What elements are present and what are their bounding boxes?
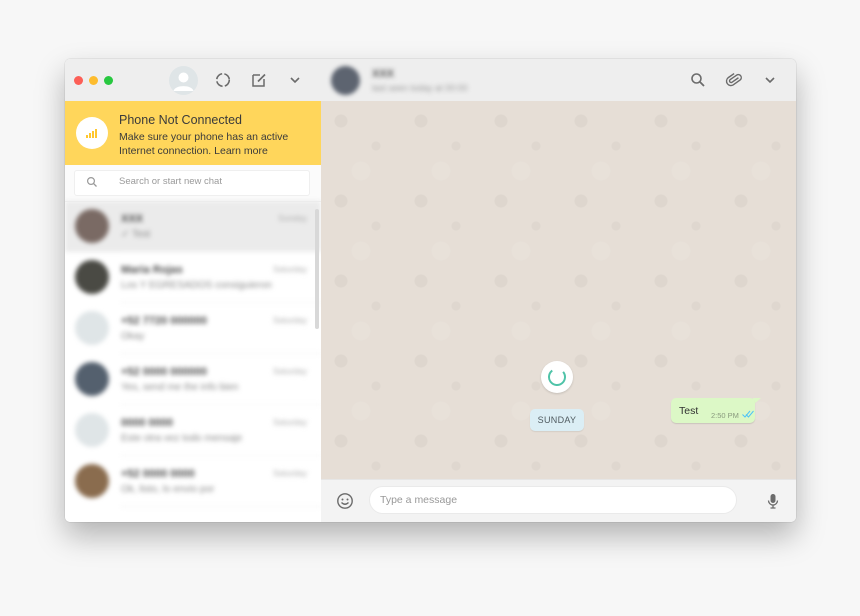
chat-avatar — [75, 413, 109, 447]
chat-preview: Okay — [121, 331, 145, 342]
left-panel: Phone Not Connected Make sure your phone… — [65, 59, 322, 522]
contact-avatar[interactable] — [331, 66, 360, 95]
chat-list-scrollbar[interactable] — [315, 209, 319, 329]
chat-time: Saturday — [272, 264, 307, 274]
banner-title: Phone Not Connected — [119, 113, 243, 127]
chat-time: Sunday — [278, 213, 307, 223]
app-window: Phone Not Connected Make sure your phone… — [65, 59, 796, 522]
zoom-window-button[interactable] — [104, 76, 113, 85]
search-bar — [65, 165, 321, 202]
microphone-icon[interactable] — [764, 492, 782, 510]
chat-preview: Yes, send me the info bien — [121, 382, 239, 393]
message-input[interactable] — [369, 486, 737, 514]
search-box[interactable] — [74, 170, 310, 196]
chat-list-item[interactable]: +52 0000 0000 Ok, listo, lo envio por Satu… — [65, 456, 321, 507]
chat-list-item[interactable]: +52 7720 000000 Okay Saturday — [65, 303, 321, 354]
left-header — [65, 59, 321, 102]
message-composer — [321, 479, 796, 522]
chat-list-item[interactable]: 0000 0000 Este otra vez todo mensaje Satur… — [65, 405, 321, 456]
chat-avatar — [75, 311, 109, 345]
message-time: 2:50 PM — [711, 411, 739, 420]
phone-not-connected-banner[interactable]: Phone Not Connected Make sure your phone… — [65, 101, 321, 165]
chat-time: Saturday — [272, 315, 307, 325]
chevron-down-icon[interactable] — [286, 71, 304, 89]
chat-time: Saturday — [272, 366, 307, 376]
chat-preview: Ok, listo, lo envio por — [121, 484, 215, 495]
chat-preview: Este otra vez todo mensaje — [121, 433, 243, 444]
default-avatar-icon — [173, 72, 194, 91]
minimize-window-button[interactable] — [89, 76, 98, 85]
chat-time: Saturday — [272, 417, 307, 427]
chat-name: +52 0000 0000 — [121, 468, 195, 480]
chat-preview: ✓ Test — [121, 229, 151, 240]
message-text: Test — [679, 405, 699, 417]
chat-avatar — [75, 209, 109, 243]
outgoing-message[interactable]: Test 2:50 PM — [671, 398, 755, 423]
menu-chevron-icon[interactable] — [761, 71, 779, 89]
chat-preview: Los Y EGRESADOS consiguieron — [121, 280, 272, 291]
search-input[interactable] — [119, 176, 299, 187]
contact-name: XXX — [372, 68, 395, 80]
chat-name: 0000 0000 — [121, 417, 173, 429]
paperclip-icon[interactable] — [725, 71, 743, 89]
chat-list-item[interactable]: XXX ✓ Test Sunday — [65, 201, 321, 252]
emoji-icon[interactable] — [336, 492, 354, 510]
search-messages-icon[interactable] — [689, 71, 707, 89]
chat-time: Saturday — [272, 468, 307, 478]
chat-name: Maria Rojas — [121, 264, 183, 276]
banner-text: Make sure your phone has an active Inter… — [119, 131, 289, 157]
double-check-icon — [742, 410, 754, 418]
row-divider — [121, 506, 321, 507]
chat-list: XXX ✓ Test Sunday Maria Rojas Los Y EGRESADO… — [65, 201, 321, 522]
loading-spinner-icon — [541, 361, 573, 393]
chat-name: +52 7720 000000 — [121, 315, 207, 327]
chat-avatar — [75, 260, 109, 294]
chat-list-item[interactable]: +52 0000 000000 Yes, send me the info bie… — [65, 354, 321, 405]
status-icon[interactable] — [214, 71, 232, 89]
new-chat-icon[interactable] — [250, 71, 268, 89]
chat-avatar — [75, 362, 109, 396]
chat-name: +52 0000 000000 — [121, 366, 207, 378]
chat-list-item[interactable]: Maria Rojas Los Y EGRESADOS consiguieron S… — [65, 252, 321, 303]
conversation-panel: XXX last seen today at 00:00 SUNDAY Test… — [321, 59, 796, 522]
search-icon — [86, 176, 97, 187]
phone-signal-icon — [76, 117, 108, 149]
chat-avatar — [75, 464, 109, 498]
contact-status: last seen today at 00:00 — [372, 83, 468, 93]
chat-name: XXX — [121, 213, 144, 225]
close-window-button[interactable] — [74, 76, 83, 85]
day-separator: SUNDAY — [530, 409, 584, 431]
conversation-header[interactable]: XXX last seen today at 00:00 — [321, 59, 796, 102]
my-avatar[interactable] — [169, 66, 198, 95]
